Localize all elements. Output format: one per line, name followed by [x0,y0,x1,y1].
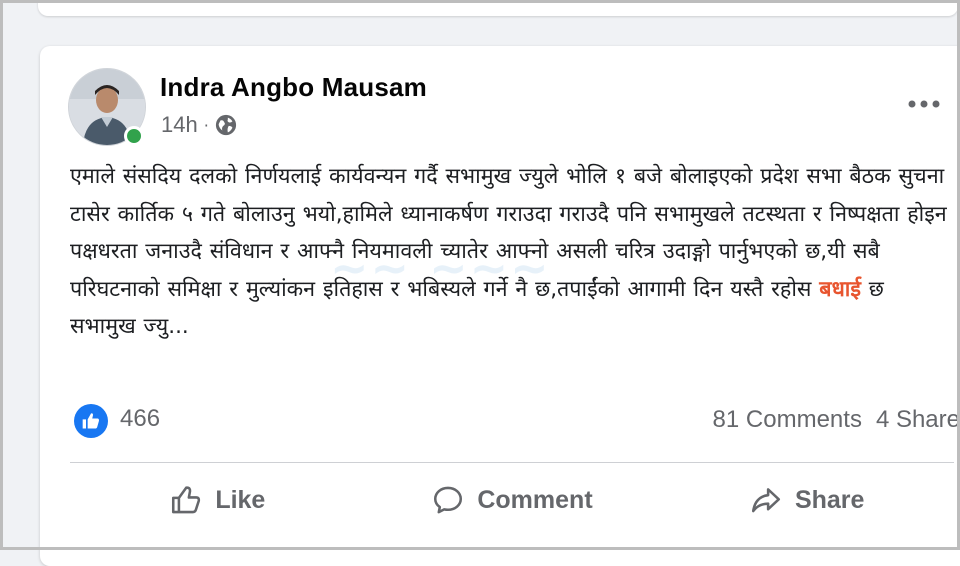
comment-button[interactable]: Comment [365,470,660,530]
like-button-label: Like [215,485,266,514]
thumbs-up-outline-icon [172,486,201,514]
post-actions: Like Comment Share [70,470,954,530]
share-button[interactable]: Share [659,470,954,530]
engagement-links: 81 Comments 4 Shares [713,406,960,434]
shares-count-link[interactable]: 4 Shares [876,406,960,434]
reactions-bar: 466 81 Comments 4 Shares [70,402,960,442]
post-card: Indra Angbo Mausam 14h · ~~ ~~~ एमाले सं… [40,46,960,566]
post-text-highlight: बधाई [819,276,861,302]
globe-icon [215,114,236,136]
comment-button-label: Comment [477,485,593,514]
actions-divider [70,462,954,463]
previous-post-card [38,0,958,16]
more-options-icon [908,100,940,108]
post-time[interactable]: 14h [161,112,198,138]
author-name[interactable]: Indra Angbo Mausam [160,72,427,103]
post-meta: 14h · [161,112,237,138]
online-status-dot [124,126,144,146]
meta-separator: · [203,115,209,135]
share-arrow-icon [751,488,780,513]
post-text-body: एमाले संसदिय दलको निर्णयलाई कार्यवन्यन ग… [70,164,947,302]
comment-bubble-icon [434,486,463,514]
comments-count-link[interactable]: 81 Comments [713,406,862,434]
like-button[interactable]: Like [70,470,365,530]
avatar[interactable] [68,68,146,146]
more-options-button[interactable] [906,90,942,118]
share-button-label: Share [794,485,865,514]
like-reaction-icon[interactable] [74,404,108,438]
like-count[interactable]: 466 [120,405,160,433]
post-text: एमाले संसदिय दलको निर्णयलाई कार्यवन्यन ग… [70,158,950,346]
thumbs-up-icon [82,413,99,429]
